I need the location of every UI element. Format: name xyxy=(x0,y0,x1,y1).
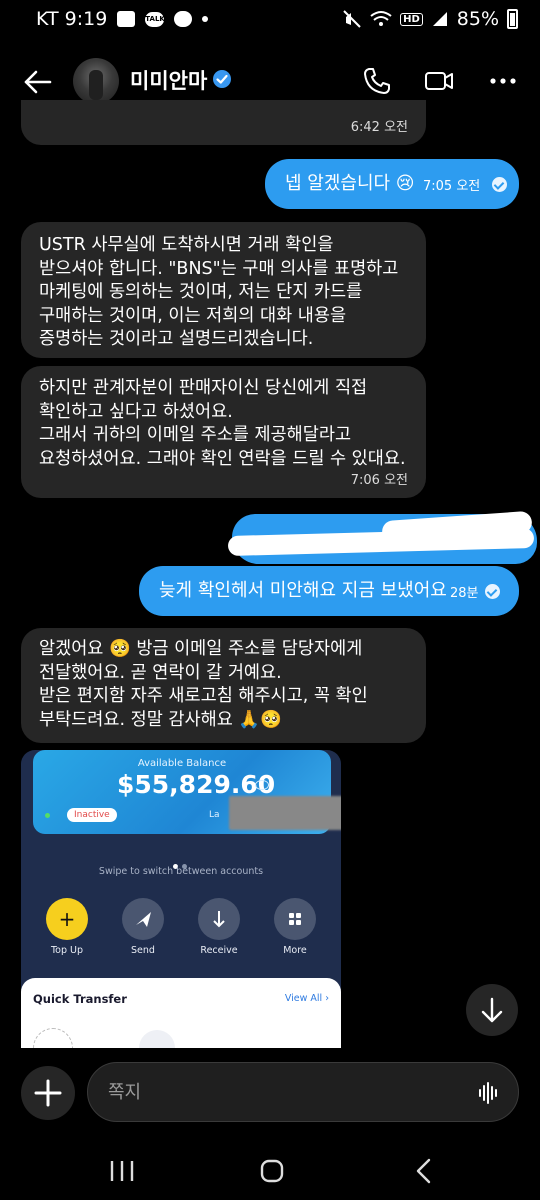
message-time: 7:06 오전 xyxy=(350,473,408,488)
redaction-block xyxy=(229,796,341,830)
action-receive: Receive xyxy=(197,898,241,956)
message-line: 부탁드려요. 정말 감사해요 🙏🥺 xyxy=(39,709,282,730)
action-label: More xyxy=(283,945,307,956)
chat-bubble-icon xyxy=(174,11,193,27)
message-text: 넵 알겠습니다 😢 xyxy=(285,173,415,194)
attach-button[interactable] xyxy=(21,1066,75,1120)
message-line: 받은 편지함 자주 새로고침 해주시고, 꼭 확인 xyxy=(39,686,368,706)
message-time: 6:42 오전 xyxy=(350,120,408,135)
message-outgoing[interactable]: 넵 알겠습니다 😢 7:05 오전 xyxy=(265,159,519,209)
message-composer[interactable] xyxy=(87,1062,519,1122)
message-text: 늦게 확인헤서 미안해요 지금 보냈어요 xyxy=(159,580,447,601)
status-bar: KT 9:19 TALK HD 85% xyxy=(0,0,540,40)
view-all-label: View All xyxy=(284,993,323,1004)
signal-icon xyxy=(432,12,447,26)
kakaotalk-icon: TALK xyxy=(145,11,165,27)
home-icon[interactable] xyxy=(258,1157,286,1185)
system-nav-bar xyxy=(0,1140,540,1200)
contact-avatar xyxy=(139,1030,175,1048)
add-contact-icon xyxy=(33,1028,73,1048)
message-incoming[interactable]: 하지만 관계자분이 판매자이신 당신에게 직접 확인하고 싶다고 하셨어요. 그… xyxy=(21,366,426,498)
quick-transfer-panel: Quick Transfer View All › xyxy=(21,978,341,1048)
balance-card: Available Balance $55,829.60 Inactive La xyxy=(33,750,341,834)
read-check-icon xyxy=(492,177,507,192)
message-input[interactable] xyxy=(108,1073,468,1111)
plus-icon: + xyxy=(46,898,88,940)
status-left: KT 9:19 TALK xyxy=(36,8,209,30)
phone-icon[interactable] xyxy=(362,66,392,96)
nav-back-icon[interactable] xyxy=(412,1157,436,1185)
message-incoming[interactable]: USTR 사무실에 도착하시면 거래 확인을 받으셔야 합니다. "BNS"는 … xyxy=(21,222,426,358)
action-more: More xyxy=(273,898,317,956)
message-line: 구매하는 것이며, 이는 저희의 대화 내용을 xyxy=(39,305,347,326)
view-all-link: View All › xyxy=(284,993,329,1004)
message-incoming[interactable]: 6:42 오전 xyxy=(21,100,426,145)
verified-badge-icon xyxy=(213,70,231,88)
arrow-down-icon xyxy=(481,997,503,1023)
message-time: 28분 xyxy=(450,586,479,601)
message-line: 알겠어요 🥺 방금 이메일 주소를 담당자에게 xyxy=(39,639,363,659)
scroll-to-bottom-button[interactable] xyxy=(466,984,518,1036)
back-arrow-icon[interactable] xyxy=(22,66,54,98)
status-right: HD 85% xyxy=(342,8,518,30)
avatar[interactable] xyxy=(73,58,119,104)
message-line: USTR 사무실에 도착하시면 거래 확인을 xyxy=(39,235,334,255)
hd-voice-icon: HD xyxy=(400,12,423,26)
gallery-icon xyxy=(117,11,136,27)
wifi-icon xyxy=(370,11,392,26)
download-icon xyxy=(198,898,240,940)
message-line: 하지만 관계자분이 판매자이신 당신에게 직접 xyxy=(39,378,368,398)
voice-message-icon[interactable] xyxy=(478,1081,500,1105)
last-label-partial: La xyxy=(209,810,220,820)
contact-name[interactable]: 미미안마 xyxy=(130,65,207,95)
action-label: Receive xyxy=(200,945,238,956)
read-check-icon xyxy=(485,584,500,599)
message-line: 확인하고 싶다고 하셨어요. xyxy=(39,401,233,422)
message-line: 전달했어요. 곧 연락이 갈 거예요. xyxy=(39,662,282,683)
plus-icon xyxy=(34,1079,62,1107)
message-line: 요청하셨어요. 그래야 확인 연락을 드릴 수 있대요. xyxy=(39,448,406,469)
shared-image[interactable]: Available Balance $55,829.60 Inactive La… xyxy=(21,750,341,1048)
message-outgoing[interactable]: 늦게 확인헤서 미안해요 지금 보냈어요 28분 xyxy=(139,566,519,616)
message-incoming[interactable]: 알겠어요 🥺 방금 이메일 주소를 담당자에게 전달했어요. 곧 연락이 갈 거… xyxy=(21,628,426,743)
action-label: Send xyxy=(131,945,155,956)
action-send: Send xyxy=(121,898,165,956)
hide-balance-icon xyxy=(255,780,269,790)
send-icon xyxy=(122,898,164,940)
mute-icon xyxy=(343,10,361,28)
more-icon[interactable] xyxy=(488,66,518,96)
message-line: 받으셔야 합니다. "BNS"는 구매 의사를 표명하고 xyxy=(39,258,399,279)
quick-transfer-title: Quick Transfer xyxy=(33,992,127,1006)
message-time: 7:05 오전 xyxy=(423,179,481,194)
message-outgoing-redacted[interactable] xyxy=(227,510,537,564)
status-dot xyxy=(45,813,50,818)
message-line: 그래서 귀하의 이메일 주소를 제공해달라고 xyxy=(39,425,352,445)
video-camera-icon[interactable] xyxy=(424,66,454,96)
balance-amount: $55,829.60 xyxy=(117,770,276,799)
balance-label: Available Balance xyxy=(137,758,227,769)
pager-hint: Swipe to switch between accounts xyxy=(98,866,264,877)
more-notifications-icon xyxy=(202,16,209,22)
status-pill: Inactive xyxy=(67,808,117,822)
message-line: 마케팅에 동의하는 것이며, 저는 단지 카드를 xyxy=(39,282,363,302)
battery-percent: 85% xyxy=(456,8,499,30)
carrier-time: KT 9:19 xyxy=(36,8,108,30)
battery-icon xyxy=(507,9,518,29)
screen: KT 9:19 TALK HD 85% 미미안마 6:42 오전 넵 알겠습니다… xyxy=(0,0,540,1200)
action-top-up: + Top Up xyxy=(45,898,89,956)
message-text: USTR 사무실에 도착하시면 거래 확인을 받으셔야 합니다. "BNS"는 … xyxy=(39,234,398,352)
message-line: 증명하는 것이라고 설명드리겠습니다. xyxy=(39,329,314,349)
message-text: 알겠어요 🥺 방금 이메일 주소를 담당자에게 전달했어요. 곧 연락이 갈 거… xyxy=(39,638,368,732)
message-text: 하지만 관계자분이 판매자이신 당신에게 직접 확인하고 싶다고 하셨어요. 그… xyxy=(39,377,406,471)
recent-apps-icon[interactable] xyxy=(108,1158,136,1184)
grid-icon xyxy=(274,898,316,940)
action-label: Top Up xyxy=(50,945,84,956)
